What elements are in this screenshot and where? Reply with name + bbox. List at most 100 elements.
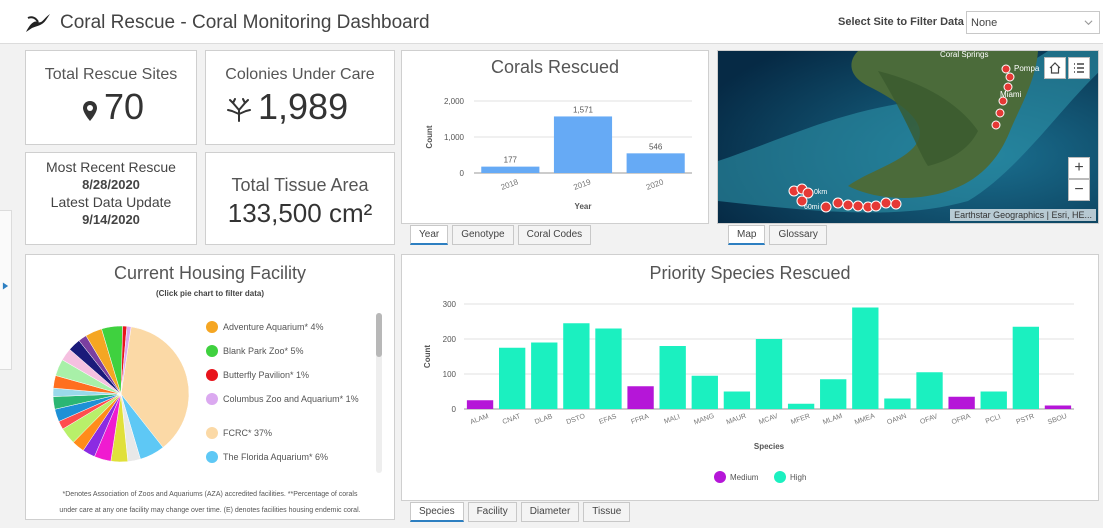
- bar-mang[interactable]: [691, 375, 718, 409]
- housing-legend-item[interactable]: Columbus Zoo and Aquarium* 1%: [206, 393, 371, 419]
- housing-legend-item[interactable]: Adventure Aquarium* 4%: [206, 321, 371, 347]
- tab-tissue[interactable]: Tissue: [583, 502, 631, 522]
- bar-sbou[interactable]: [1044, 405, 1072, 410]
- x-tick-label: PSTR: [1015, 413, 1035, 426]
- map-marker: [991, 120, 1001, 130]
- data-label: 177: [504, 156, 518, 165]
- map-scale-mi: 60mi: [804, 204, 820, 211]
- x-tick-label: DLAB: [534, 413, 554, 426]
- colonies-title: Colonies Under Care: [225, 66, 375, 83]
- list-icon: [1074, 63, 1084, 73]
- app-header: Coral Rescue - Coral Monitoring Dashboar…: [0, 0, 1103, 44]
- recent-activity-card: Most Recent Rescue 8/28/2020 Latest Data…: [25, 152, 197, 245]
- bar-mlam[interactable]: [820, 379, 847, 409]
- bar-dlab[interactable]: [531, 342, 558, 410]
- side-panel-handle[interactable]: [0, 210, 12, 370]
- map-marker: [832, 197, 844, 209]
- bar-efas[interactable]: [595, 328, 622, 410]
- bar-pstr[interactable]: [1012, 326, 1040, 409]
- bar-2018: [481, 166, 540, 173]
- housing-legend-item[interactable]: Blank Park Zoo* 5%: [206, 345, 371, 371]
- map-pin-icon: [83, 101, 97, 121]
- total-sites-card: Total Rescue Sites 70: [25, 50, 197, 145]
- x-tick-label: MCAV: [758, 413, 779, 426]
- map-layers-button[interactable]: [1068, 57, 1090, 79]
- map-panel[interactable]: Coral Springs Pompa Miami 0km 60mi + − E…: [717, 50, 1099, 224]
- map-home-button[interactable]: [1044, 57, 1066, 79]
- legend-swatch: [206, 427, 218, 439]
- legend-swatch-high: [774, 471, 786, 483]
- coral-icon: [227, 98, 251, 122]
- x-tick-label: FFRA: [630, 413, 650, 426]
- x-tick-label: MANG: [693, 413, 715, 427]
- x-tick-label: MMEA: [854, 413, 876, 427]
- bar-ffra[interactable]: [627, 386, 654, 409]
- y-axis-label: Count: [423, 345, 432, 368]
- colonies-value: 1,989: [258, 86, 349, 127]
- bar-oann[interactable]: [884, 398, 911, 410]
- x-tick-label: 2019: [572, 177, 592, 192]
- tab-diameter[interactable]: Diameter: [520, 502, 580, 522]
- bar-alam[interactable]: [466, 400, 494, 409]
- coral-rescue-logo-icon: [26, 14, 50, 32]
- latest-update-label: Latest Data Update: [50, 194, 172, 210]
- map-marker: [995, 108, 1005, 118]
- housing-legend-item[interactable]: Butterfly Pavilion* 1%: [206, 369, 371, 395]
- x-tick-label: SBOU: [1047, 413, 1068, 426]
- map-marker: [852, 200, 864, 212]
- bar-mali[interactable]: [659, 346, 686, 409]
- home-icon: [1049, 62, 1061, 74]
- priority-species-panel: Priority Species Rescued 0 100 200 300 ALAM C…: [401, 254, 1099, 501]
- bar-pcli[interactable]: [980, 391, 1007, 410]
- map-label-pompano: Pompa: [1014, 64, 1040, 73]
- tab-map[interactable]: Map: [728, 225, 766, 245]
- priority-species-chart[interactable]: 0 100 200 300 ALAM CNAT DLAB DSTO EFAS FFRA MALI MA…: [402, 289, 1098, 499]
- housing-facility-panel: Current Housing Facility (Click pie char…: [25, 254, 395, 520]
- bar-mcav[interactable]: [755, 339, 783, 409]
- y-tick-label: 1,000: [444, 133, 465, 142]
- tab-glossary[interactable]: Glossary: [769, 225, 827, 245]
- x-tick-label: OFAV: [919, 413, 939, 426]
- legend-swatch: [206, 345, 218, 357]
- bar-mfer[interactable]: [787, 403, 815, 409]
- tab-coral-codes[interactable]: Coral Codes: [517, 225, 592, 245]
- bar-ofav[interactable]: [916, 372, 943, 409]
- y-axis-label: Count: [425, 125, 434, 148]
- housing-pie-chart[interactable]: [46, 319, 196, 469]
- bar-2019: [553, 116, 613, 173]
- x-axis-label: Year: [575, 202, 592, 211]
- tab-facility[interactable]: Facility: [467, 502, 517, 522]
- housing-legend-item[interactable]: FCRC* 37%: [206, 427, 371, 453]
- legend-scrollbar[interactable]: [376, 313, 382, 473]
- site-filter-select[interactable]: None: [966, 11, 1100, 34]
- satellite-map[interactable]: Coral Springs Pompa Miami 0km 60mi: [718, 51, 1099, 224]
- housing-legend-item[interactable]: The Florida Aquarium* 6%: [206, 451, 371, 471]
- tab-year[interactable]: Year: [410, 225, 449, 245]
- housing-title: Current Housing Facility: [113, 263, 307, 283]
- tab-species[interactable]: Species: [410, 502, 464, 522]
- priority-species-title: Priority Species Rescued: [649, 263, 851, 283]
- map-label-coral-springs: Coral Springs: [940, 51, 988, 59]
- legend-swatch: [206, 369, 218, 381]
- map-zoom-out-button[interactable]: −: [1068, 179, 1090, 201]
- x-tick-label: OFRA: [951, 413, 972, 426]
- legend-scrollbar-thumb[interactable]: [376, 313, 382, 357]
- tab-genotype[interactable]: Genotype: [452, 225, 514, 245]
- legend-swatch-medium: [714, 471, 726, 483]
- bar-dsto[interactable]: [563, 323, 590, 409]
- tissue-area-value: 133,500 cm²: [227, 198, 373, 228]
- total-sites-title: Total Rescue Sites: [44, 66, 178, 83]
- legend-swatch: [206, 321, 218, 333]
- x-tick-label: MAUR: [725, 413, 747, 427]
- map-scale-km: 0km: [814, 189, 827, 196]
- tissue-area-title: Total Tissue Area: [231, 175, 369, 195]
- bar-ofra[interactable]: [948, 396, 975, 409]
- map-zoom-in-button[interactable]: +: [1068, 157, 1090, 179]
- housing-subtitle: (Click pie chart to filter data): [155, 289, 265, 298]
- bar-cnat[interactable]: [498, 347, 526, 409]
- map-marker: [1001, 64, 1011, 74]
- bar-mmea[interactable]: [852, 307, 879, 410]
- legend-swatch: [206, 393, 218, 405]
- data-label: 1,571: [573, 105, 594, 114]
- bar-maur[interactable]: [723, 391, 751, 410]
